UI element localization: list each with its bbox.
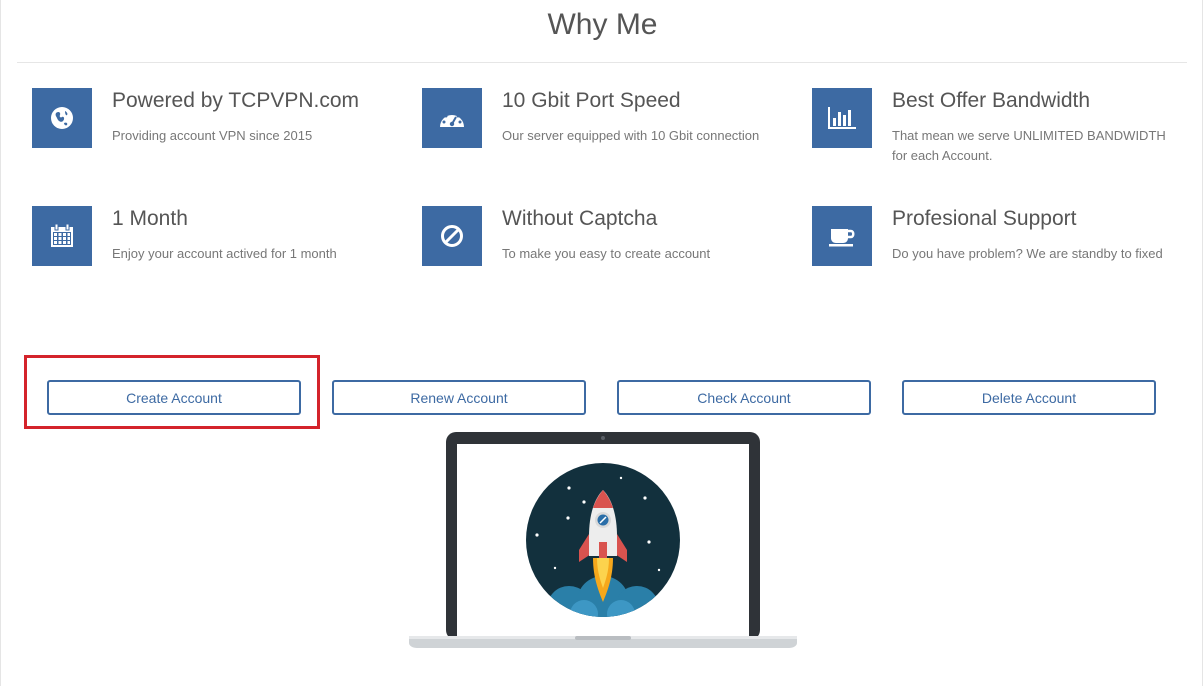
speedometer-icon [440, 111, 464, 127]
bar-chart-icon [828, 107, 856, 129]
laptop-notch [575, 636, 631, 640]
calendar-icon [51, 223, 73, 247]
feature-title: Profesional Support [892, 207, 1077, 230]
globe-icon [51, 107, 73, 129]
feature-support: Profesional Support Do you have problem?… [812, 206, 1192, 286]
page: Why Me Powered by TCPVPN.com Providing a… [0, 0, 1203, 686]
section-title: Why Me [547, 8, 658, 41]
feature-icon-box [32, 88, 92, 148]
laptop-rocket-illustration [409, 430, 799, 657]
feature-icon-box [422, 88, 482, 148]
feature-port-speed: 10 Gbit Port Speed Our server equipped w… [422, 88, 802, 168]
feature-description: To make you easy to create account [502, 246, 711, 261]
feature-title: 10 Gbit Port Speed [502, 89, 681, 112]
laptop-illustration [409, 432, 797, 648]
feature-icon-box [812, 88, 872, 148]
feature-description: Enjoy your account actived for 1 month [112, 246, 337, 261]
feature-title: Best Offer Bandwidth [892, 89, 1091, 112]
feature-description: Our server equipped with 10 Gbit connect… [502, 128, 760, 143]
feature-title: 1 Month [112, 207, 188, 230]
feature-description: Providing account VPN since 2015 [112, 128, 313, 143]
renew-account-button[interactable]: Renew Account [332, 380, 586, 415]
feature-description: That mean we serve UNLIMITED BANDWIDTH f… [892, 128, 1166, 163]
feature-without-captcha: Without Captcha To make you easy to crea… [422, 206, 802, 286]
check-account-button[interactable]: Check Account [617, 380, 871, 415]
feature-description: Do you have problem? We are standby to f… [892, 246, 1163, 261]
delete-account-button[interactable]: Delete Account [902, 380, 1156, 415]
feature-bandwidth: Best Offer Bandwidth That mean we serve … [812, 88, 1192, 168]
laptop-camera [601, 436, 605, 440]
feature-icon-box [812, 206, 872, 266]
feature-title: Powered by TCPVPN.com [112, 89, 360, 112]
feature-icon-box [422, 206, 482, 266]
feature-icon-box [32, 206, 92, 266]
coffee-cup-icon [829, 229, 855, 247]
feature-powered-by: Powered by TCPVPN.com Providing account … [32, 88, 412, 168]
create-account-button[interactable]: Create Account [47, 380, 301, 415]
feature-one-month: 1 Month Enjoy your account actived for 1… [32, 206, 412, 286]
feature-title: Without Captcha [502, 207, 658, 230]
title-divider [17, 62, 1187, 63]
ban-icon [441, 225, 463, 247]
